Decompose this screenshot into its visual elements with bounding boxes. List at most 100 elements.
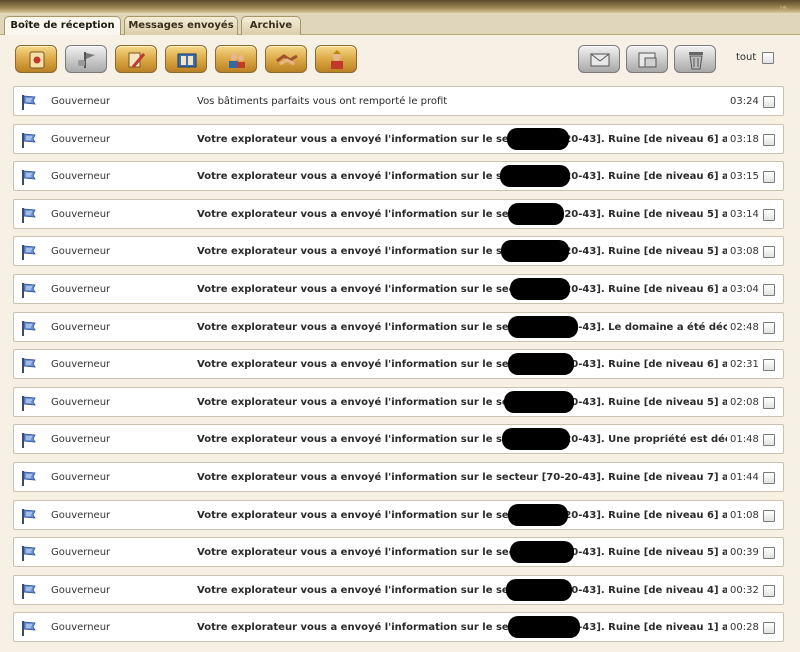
message-subject[interactable]: Votre explorateur vous a envoyé l'inform…: [197, 547, 727, 558]
message-row[interactable]: Gouverneur Votre explorateur vous a envo…: [13, 500, 784, 530]
message-time: 03:24: [730, 96, 759, 107]
message-subject[interactable]: Votre explorateur vous a envoyé l'inform…: [197, 322, 727, 333]
redaction-mark: [510, 278, 570, 300]
governor-message-icon: [22, 133, 36, 148]
redaction-mark: [508, 504, 568, 526]
message-time: 00:39: [730, 547, 759, 558]
message-row[interactable]: Gouverneur Votre explorateur vous a envo…: [13, 612, 784, 642]
message-sender: Gouverneur: [51, 171, 111, 182]
message-row[interactable]: Gouverneur Vos bâtiments parfaits vous o…: [13, 86, 784, 116]
governor-message-icon: [22, 95, 36, 110]
filter-governor-portrait-button[interactable]: [315, 45, 357, 73]
message-row[interactable]: Gouverneur Votre explorateur vous a envo…: [13, 537, 784, 567]
message-sender: Gouverneur: [51, 322, 111, 333]
message-sender: Gouverneur: [51, 622, 111, 633]
redaction-mark: [506, 579, 572, 601]
message-checkbox[interactable]: [763, 397, 775, 409]
redaction-mark: [502, 428, 570, 450]
redaction-mark: [508, 616, 580, 638]
tab-sent-messages[interactable]: Messages envoyés: [124, 16, 238, 36]
filter-knowledge-button[interactable]: [165, 45, 207, 73]
delete-button[interactable]: [674, 45, 716, 73]
message-sender: Gouverneur: [51, 547, 111, 558]
redaction-mark: [501, 240, 569, 262]
governor-message-icon: [22, 584, 36, 599]
message-checkbox[interactable]: [763, 434, 775, 446]
message-sender: Gouverneur: [51, 96, 111, 107]
mark-read-button[interactable]: [578, 45, 620, 73]
message-row[interactable]: Gouverneur Votre explorateur vous a envo…: [13, 387, 784, 417]
message-subject[interactable]: Votre explorateur vous a envoyé l'inform…: [197, 510, 727, 521]
message-subject[interactable]: Votre explorateur vous a envoyé l'inform…: [197, 359, 727, 370]
scroll-icon: [29, 51, 45, 69]
message-checkbox[interactable]: [763, 134, 775, 146]
message-subject[interactable]: Votre explorateur vous a envoyé l'inform…: [197, 434, 727, 445]
people-icon: [229, 53, 245, 68]
message-sender: Gouverneur: [51, 246, 111, 257]
message-checkbox[interactable]: [763, 284, 775, 296]
message-row[interactable]: Gouverneur Votre explorateur vous a envo…: [13, 161, 784, 191]
message-row[interactable]: Gouverneur Votre explorateur vous a envo…: [13, 462, 784, 492]
redaction-mark: [508, 203, 564, 225]
select-all-checkbox[interactable]: [762, 52, 774, 64]
message-row[interactable]: Gouverneur Votre explorateur vous a envo…: [13, 424, 784, 454]
message-row[interactable]: Gouverneur Votre explorateur vous a envo…: [13, 199, 784, 229]
governor-message-icon: [22, 245, 36, 260]
envelope-icon: [590, 53, 610, 67]
message-row[interactable]: Gouverneur Votre explorateur vous a envo…: [13, 349, 784, 379]
handshake-icon: [276, 54, 298, 66]
message-checkbox[interactable]: [763, 96, 775, 108]
message-checkbox[interactable]: [763, 510, 775, 522]
message-row[interactable]: Gouverneur Votre explorateur vous a envo…: [13, 575, 784, 605]
filter-governor-button[interactable]: [65, 45, 107, 73]
filter-scroll-button[interactable]: [15, 45, 57, 73]
governor-message-icon: [22, 358, 36, 373]
message-time: 03:04: [730, 284, 759, 295]
message-row[interactable]: Gouverneur Votre explorateur vous a envo…: [13, 274, 784, 304]
message-subject[interactable]: Votre explorateur vous a envoyé l'inform…: [197, 472, 727, 483]
filter-trade-button[interactable]: [265, 45, 307, 73]
message-checkbox[interactable]: [763, 547, 775, 559]
select-all-label: tout: [736, 52, 757, 63]
message-checkbox[interactable]: [763, 246, 775, 258]
message-row[interactable]: Gouverneur Votre explorateur vous a envo…: [13, 236, 784, 266]
redaction-mark: [510, 541, 574, 563]
message-checkbox[interactable]: [763, 359, 775, 371]
redaction-mark: [508, 353, 574, 375]
message-checkbox[interactable]: [763, 622, 775, 634]
message-subject[interactable]: Votre explorateur vous a envoyé l'inform…: [197, 246, 727, 257]
message-checkbox[interactable]: [763, 209, 775, 221]
message-checkbox[interactable]: [763, 585, 775, 597]
message-time: 00:32: [730, 585, 759, 596]
archive-button[interactable]: [626, 45, 668, 73]
governor-message-icon: [22, 546, 36, 561]
message-subject[interactable]: Votre explorateur vous a envoyé l'inform…: [197, 622, 727, 633]
message-time: 01:44: [730, 472, 759, 483]
message-checkbox[interactable]: [763, 472, 775, 484]
message-time: 01:48: [730, 434, 759, 445]
message-subject[interactable]: Votre explorateur vous a envoyé l'inform…: [197, 209, 727, 220]
message-row[interactable]: Gouverneur Votre explorateur vous a envo…: [13, 312, 784, 342]
tab-archive[interactable]: Archive: [241, 16, 301, 36]
filter-battle-button[interactable]: [115, 45, 157, 73]
message-subject[interactable]: Votre explorateur vous a envoyé l'inform…: [197, 134, 727, 145]
message-sender: Gouverneur: [51, 434, 111, 445]
message-sender: Gouverneur: [51, 284, 111, 295]
governor-message-icon: [22, 471, 36, 486]
message-checkbox[interactable]: [763, 171, 775, 183]
sword-icon: [128, 52, 146, 68]
message-time: 02:48: [730, 322, 759, 333]
tab-inbox[interactable]: Boîte de réception: [4, 16, 121, 37]
message-subject[interactable]: Votre explorateur vous a envoyé l'inform…: [197, 284, 727, 295]
message-subject[interactable]: Votre explorateur vous a envoyé l'inform…: [197, 397, 727, 408]
message-subject[interactable]: Vos bâtiments parfaits vous ont remporté…: [197, 96, 727, 107]
message-row[interactable]: Gouverneur Votre explorateur vous a envo…: [13, 124, 784, 154]
message-checkbox[interactable]: [763, 322, 775, 334]
message-time: 02:08: [730, 397, 759, 408]
message-subject[interactable]: Votre explorateur vous a envoyé l'inform…: [197, 171, 727, 182]
filter-social-button[interactable]: [215, 45, 257, 73]
governor-icon: [331, 50, 343, 69]
redaction-mark: [500, 165, 570, 187]
message-subject[interactable]: Votre explorateur vous a envoyé l'inform…: [197, 585, 727, 596]
governor-message-icon: [22, 396, 36, 411]
